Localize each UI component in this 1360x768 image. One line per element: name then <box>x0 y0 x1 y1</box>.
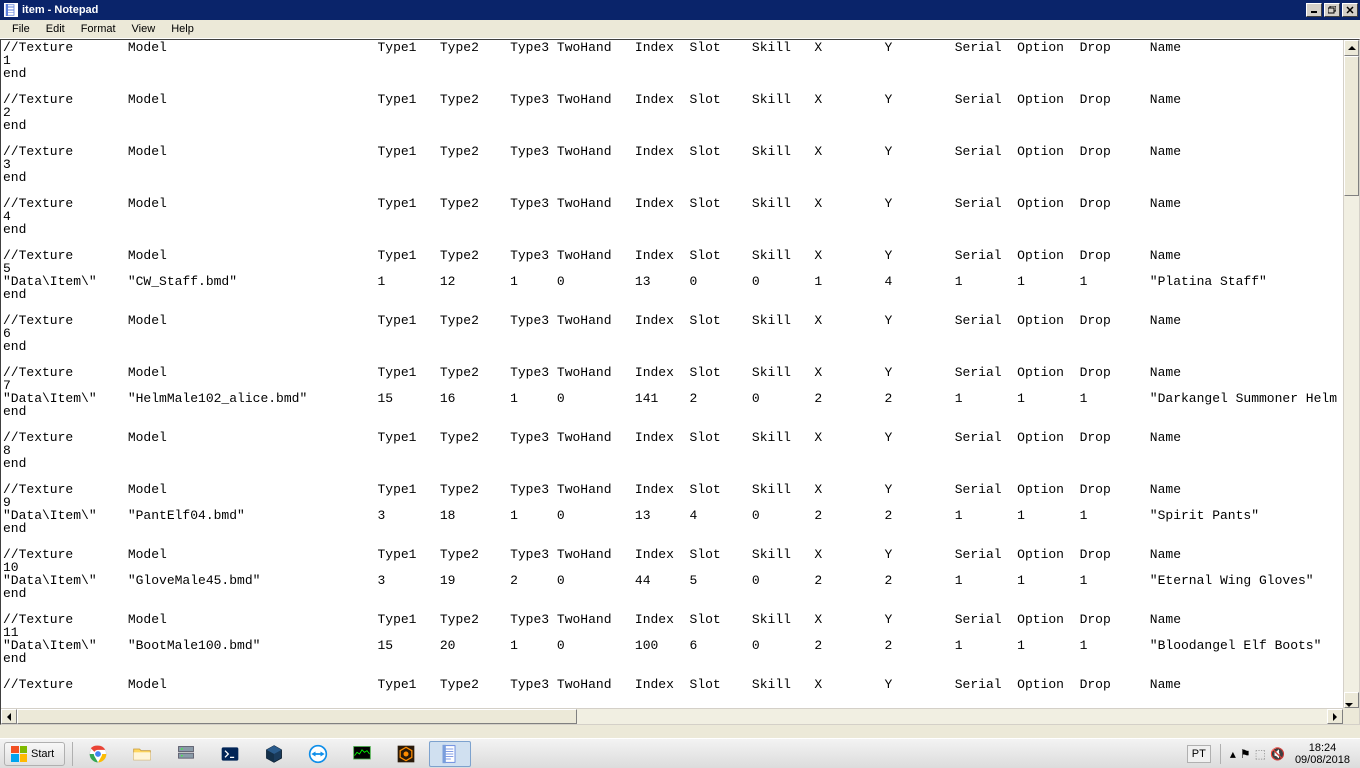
scroll-up-button[interactable] <box>1344 40 1359 56</box>
scroll-down-button[interactable] <box>1344 692 1359 708</box>
taskbar-separator <box>72 742 73 766</box>
notepad-icon <box>4 3 18 17</box>
vertical-scrollbar[interactable] <box>1343 40 1359 708</box>
taskbar-notepad-icon[interactable] <box>429 741 471 767</box>
editor-viewport: //Texture Model Type1 Type2 Type3 TwoHan… <box>1 40 1343 708</box>
taskbar-clock[interactable]: 18:24 09/08/2018 <box>1291 742 1354 766</box>
tray-volume-icon[interactable]: 🔇 <box>1270 747 1285 761</box>
window-title: item - Notepad <box>22 4 1306 16</box>
hscroll-track[interactable] <box>17 709 1327 724</box>
taskbar-explorer-icon[interactable] <box>121 741 163 767</box>
hscroll-thumb[interactable] <box>17 709 577 724</box>
text-editor[interactable]: //Texture Model Type1 Type2 Type3 TwoHan… <box>1 40 1343 692</box>
windows-logo-icon <box>11 746 27 762</box>
vscroll-track[interactable] <box>1344 56 1359 692</box>
menu-edit[interactable]: Edit <box>38 21 73 37</box>
clock-time: 18:24 <box>1295 742 1350 754</box>
restore-button[interactable] <box>1324 3 1340 17</box>
scroll-right-button[interactable] <box>1327 709 1343 724</box>
editor-container: //Texture Model Type1 Type2 Type3 TwoHan… <box>0 39 1360 725</box>
scroll-left-button[interactable] <box>1 709 17 724</box>
scroll-corner <box>1343 708 1359 724</box>
taskbar-hex-app-icon[interactable] <box>385 741 427 767</box>
taskbar-task-manager-icon[interactable] <box>341 741 383 767</box>
taskbar-server-manager-icon[interactable] <box>165 741 207 767</box>
window-controls <box>1306 3 1358 17</box>
taskbar-virtualbox-icon[interactable] <box>253 741 295 767</box>
tray-show-hidden-icon[interactable]: ▴ <box>1230 747 1236 761</box>
taskbar-powershell-icon[interactable] <box>209 741 251 767</box>
tray-flag-icon[interactable]: ⚑ <box>1240 747 1251 761</box>
close-button[interactable] <box>1342 3 1358 17</box>
tray-icons: ▴ ⚑ ⬚ 🔇 <box>1230 747 1285 761</box>
vscroll-thumb[interactable] <box>1344 56 1359 196</box>
menu-bar: File Edit Format View Help <box>0 20 1360 39</box>
taskbar-chrome-icon[interactable] <box>77 741 119 767</box>
system-tray: PT ▴ ⚑ ⬚ 🔇 18:24 09/08/2018 <box>1181 739 1360 768</box>
clock-date: 09/08/2018 <box>1295 754 1350 766</box>
start-label: Start <box>31 748 54 760</box>
taskbar: Start PT ▴ ⚑ ⬚ 🔇 18:24 09/08/2018 <box>0 738 1360 768</box>
taskbar-teamviewer-icon[interactable] <box>297 741 339 767</box>
menu-help[interactable]: Help <box>163 21 202 37</box>
horizontal-scrollbar[interactable] <box>1 708 1343 724</box>
menu-file[interactable]: File <box>4 21 38 37</box>
minimize-button[interactable] <box>1306 3 1322 17</box>
language-indicator[interactable]: PT <box>1187 745 1211 763</box>
menu-format[interactable]: Format <box>73 21 124 37</box>
tray-separator <box>1220 744 1221 764</box>
title-bar: item - Notepad <box>0 0 1360 20</box>
start-button[interactable]: Start <box>4 742 65 766</box>
menu-view[interactable]: View <box>124 21 164 37</box>
tray-network-icon[interactable]: ⬚ <box>1255 747 1266 761</box>
